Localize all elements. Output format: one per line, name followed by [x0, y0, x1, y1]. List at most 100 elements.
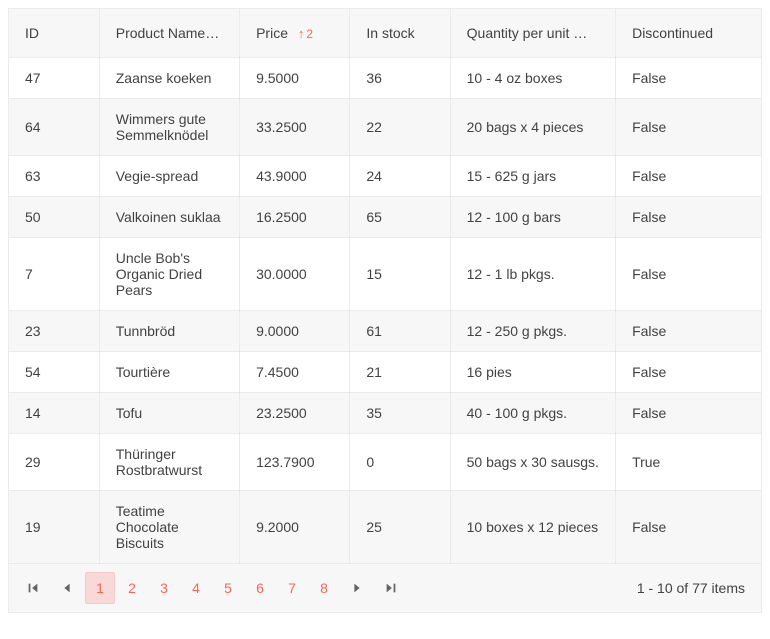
- table-row[interactable]: 7Uncle Bob's Organic Dried Pears30.00001…: [9, 237, 761, 310]
- cell-name: Thüringer Rostbratwurst: [99, 433, 239, 490]
- column-label: In stock: [366, 25, 414, 41]
- pager-page-5[interactable]: 5: [213, 572, 243, 604]
- sort-up-icon: ↑: [298, 26, 305, 41]
- cell-stock: 36: [350, 57, 450, 98]
- cell-id: 19: [9, 490, 99, 563]
- table-row[interactable]: 50Valkoinen suklaa16.25006512 - 100 g ba…: [9, 196, 761, 237]
- pager-nav: 12345678: [17, 572, 407, 604]
- column-header-id[interactable]: ID: [9, 9, 99, 57]
- cell-disc: False: [616, 351, 761, 392]
- pager-page-2[interactable]: 2: [117, 572, 147, 604]
- column-label: ID: [25, 25, 39, 41]
- pager-info: 1 - 10 of 77 items: [637, 580, 753, 596]
- seek-last-icon: [384, 581, 398, 595]
- caret-right-icon: [350, 581, 364, 595]
- cell-price: 9.0000: [240, 310, 350, 351]
- cell-id: 54: [9, 351, 99, 392]
- cell-stock: 15: [350, 237, 450, 310]
- column-label: Discontinued: [632, 25, 713, 41]
- cell-name: Tourtière: [99, 351, 239, 392]
- cell-price: 9.2000: [240, 490, 350, 563]
- pager-last-button[interactable]: [375, 572, 407, 604]
- cell-disc: False: [616, 57, 761, 98]
- cell-price: 43.9000: [240, 155, 350, 196]
- cell-name: Vegie-spread: [99, 155, 239, 196]
- cell-disc: False: [616, 196, 761, 237]
- cell-id: 7: [9, 237, 99, 310]
- cell-stock: 61: [350, 310, 450, 351]
- table-row[interactable]: 63Vegie-spread43.90002415 - 625 g jarsFa…: [9, 155, 761, 196]
- cell-disc: False: [616, 310, 761, 351]
- cell-name: Tofu: [99, 392, 239, 433]
- products-table: ID Product Name ↓1 Price ↑2 In stock Qua…: [9, 9, 761, 564]
- column-label: Product Name: [116, 25, 219, 41]
- cell-id: 63: [9, 155, 99, 196]
- cell-stock: 0: [350, 433, 450, 490]
- cell-qty: 15 - 625 g jars: [450, 155, 615, 196]
- table-row[interactable]: 19Teatime Chocolate Biscuits9.20002510 b…: [9, 490, 761, 563]
- cell-qty: 16 pies: [450, 351, 615, 392]
- cell-id: 23: [9, 310, 99, 351]
- column-header-discontinued[interactable]: Discontinued: [616, 9, 761, 57]
- pager-prev-button[interactable]: [51, 572, 83, 604]
- cell-price: 30.0000: [240, 237, 350, 310]
- cell-stock: 22: [350, 98, 450, 155]
- cell-disc: False: [616, 490, 761, 563]
- cell-price: 9.5000: [240, 57, 350, 98]
- cell-qty: 12 - 100 g bars: [450, 196, 615, 237]
- table-row[interactable]: 23Tunnbröd9.00006112 - 250 g pkgs.False: [9, 310, 761, 351]
- seek-first-icon: [26, 581, 40, 595]
- cell-price: 7.4500: [240, 351, 350, 392]
- caret-left-icon: [60, 581, 74, 595]
- cell-qty: 50 bags x 30 sausgs.: [450, 433, 615, 490]
- cell-qty: 12 - 250 g pkgs.: [450, 310, 615, 351]
- cell-price: 23.2500: [240, 392, 350, 433]
- table-row[interactable]: 47Zaanse koeken9.50003610 - 4 oz boxesFa…: [9, 57, 761, 98]
- table-row[interactable]: 29Thüringer Rostbratwurst123.7900050 bag…: [9, 433, 761, 490]
- cell-qty: 10 - 4 oz boxes: [450, 57, 615, 98]
- cell-qty: 10 boxes x 12 pieces: [450, 490, 615, 563]
- cell-price: 33.2500: [240, 98, 350, 155]
- pager-page-3[interactable]: 3: [149, 572, 179, 604]
- cell-stock: 35: [350, 392, 450, 433]
- pager-page-6[interactable]: 6: [245, 572, 275, 604]
- cell-qty: 20 bags x 4 pieces: [450, 98, 615, 155]
- column-header-in-stock[interactable]: In stock: [350, 9, 450, 57]
- cell-disc: False: [616, 392, 761, 433]
- cell-name: Valkoinen suklaa: [99, 196, 239, 237]
- cell-disc: False: [616, 237, 761, 310]
- cell-id: 29: [9, 433, 99, 490]
- cell-id: 50: [9, 196, 99, 237]
- column-header-price[interactable]: Price ↑2: [240, 9, 350, 57]
- cell-disc: True: [616, 433, 761, 490]
- cell-name: Tunnbröd: [99, 310, 239, 351]
- cell-price: 123.7900: [240, 433, 350, 490]
- sort-order: 2: [306, 27, 313, 41]
- pager-page-4[interactable]: 4: [181, 572, 211, 604]
- cell-id: 14: [9, 392, 99, 433]
- data-grid: ID Product Name ↓1 Price ↑2 In stock Qua…: [8, 8, 762, 613]
- column-label: Price: [256, 25, 288, 41]
- column-header-quantity[interactable]: Quantity per unit …: [450, 9, 615, 57]
- sort-order: 1: [224, 27, 231, 41]
- cell-id: 47: [9, 57, 99, 98]
- cell-qty: 40 - 100 g pkgs.: [450, 392, 615, 433]
- pager: 12345678 1 - 10 of 77 items: [9, 564, 761, 612]
- pager-page-8[interactable]: 8: [309, 572, 339, 604]
- table-row[interactable]: 64Wimmers gute Semmelknödel33.25002220 b…: [9, 98, 761, 155]
- column-header-product-name[interactable]: Product Name ↓1: [99, 9, 239, 57]
- cell-stock: 25: [350, 490, 450, 563]
- pager-page-7[interactable]: 7: [277, 572, 307, 604]
- pager-page-1[interactable]: 1: [85, 572, 115, 604]
- pager-first-button[interactable]: [17, 572, 49, 604]
- table-row[interactable]: 14Tofu23.25003540 - 100 g pkgs.False: [9, 392, 761, 433]
- cell-disc: False: [616, 155, 761, 196]
- cell-name: Zaanse koeken: [99, 57, 239, 98]
- cell-stock: 24: [350, 155, 450, 196]
- table-row[interactable]: 54Tourtière7.45002116 piesFalse: [9, 351, 761, 392]
- cell-qty: 12 - 1 lb pkgs.: [450, 237, 615, 310]
- cell-name: Teatime Chocolate Biscuits: [99, 490, 239, 563]
- cell-disc: False: [616, 98, 761, 155]
- column-label: Quantity per unit …: [467, 25, 588, 41]
- pager-next-button[interactable]: [341, 572, 373, 604]
